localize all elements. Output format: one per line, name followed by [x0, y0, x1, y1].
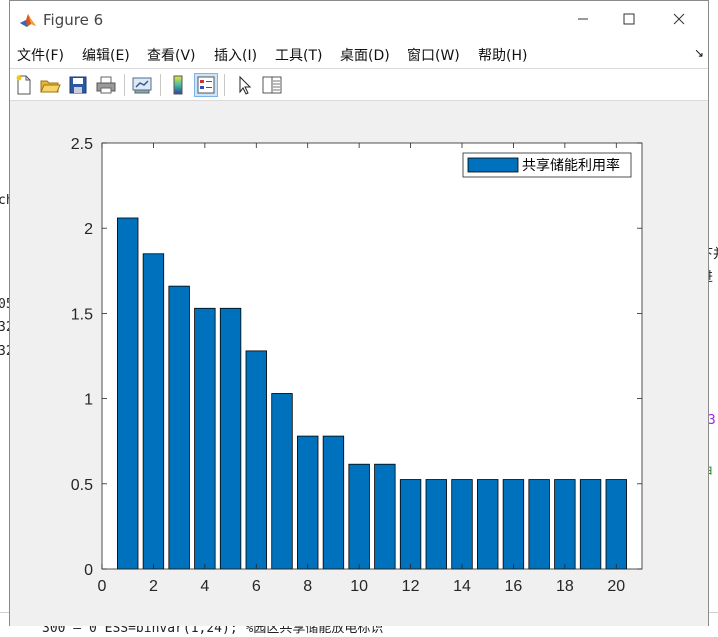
y-tick-label: 1: [84, 392, 93, 409]
x-tick-label: 20: [607, 578, 625, 595]
x-tick-label: 10: [350, 578, 368, 595]
bar: [605, 479, 627, 570]
dock-arrow-icon[interactable]: ↘: [694, 46, 704, 60]
bar: [528, 479, 550, 570]
bar: [348, 463, 370, 570]
toolbar: [10, 68, 708, 101]
window-title: Figure 6: [43, 11, 104, 29]
x-tick-label: 12: [402, 578, 420, 595]
new-figure-icon[interactable]: [12, 73, 36, 97]
x-tick-label: 8: [303, 578, 312, 595]
bar: [477, 479, 499, 570]
colorbar-icon[interactable]: [166, 73, 190, 97]
matlab-logo-icon: [19, 11, 37, 29]
bar: [194, 307, 216, 570]
close-button[interactable]: [656, 1, 702, 39]
toolbar-separator: [224, 74, 225, 96]
x-tick-label: 16: [505, 578, 523, 595]
link-plot-icon[interactable]: [130, 73, 154, 97]
maximize-icon: [623, 13, 635, 25]
save-icon[interactable]: [66, 73, 90, 97]
menu-insert[interactable]: 插入(I): [214, 45, 257, 65]
minimize-icon: [578, 18, 588, 20]
figure-window: Figure 6 文件(F) 编辑(E) 查看(V) 插入(I) 工具(T) 桌…: [9, 0, 709, 626]
bar: [245, 350, 267, 570]
toolbar-separator: [124, 74, 125, 96]
bar: [579, 479, 602, 570]
y-tick-label: 0: [84, 562, 93, 579]
x-tick-label: 6: [252, 578, 261, 595]
menu-window[interactable]: 窗口(W): [407, 45, 460, 65]
menu-bar: 文件(F) 编辑(E) 查看(V) 插入(I) 工具(T) 桌面(D) 窗口(W…: [10, 39, 708, 68]
bar: [117, 217, 139, 570]
bar: [399, 479, 422, 570]
y-tick-label: 2.5: [71, 136, 93, 153]
toolbar-separator: [160, 74, 161, 96]
bar: [297, 435, 319, 570]
x-tick-label: 0: [98, 578, 107, 595]
bar: [168, 285, 190, 570]
y-tick-label: 2: [84, 221, 93, 238]
x-tick-label: 4: [200, 578, 209, 595]
bar: [271, 393, 293, 570]
property-inspector-icon[interactable]: [260, 73, 284, 97]
legend-icon[interactable]: [194, 73, 218, 97]
menu-edit[interactable]: 编辑(E): [82, 45, 130, 65]
x-tick-label: 14: [453, 578, 471, 595]
bar: [451, 479, 473, 570]
title-bar[interactable]: Figure 6: [10, 1, 708, 39]
menu-help[interactable]: 帮助(H): [478, 45, 527, 65]
legend-swatch: [467, 157, 519, 173]
legend-label: 共享储能利用率: [522, 157, 620, 174]
bar: [219, 307, 242, 570]
menu-tools[interactable]: 工具(T): [275, 45, 322, 65]
x-tick-label: 2: [149, 578, 158, 595]
bar: [554, 479, 576, 570]
menu-desktop[interactable]: 桌面(D): [340, 45, 390, 65]
figure-canvas: 0 2 4 6 8 10 12 14 16 18 20 0 0.5 1 1.5 2 2.5 共享储能利用率: [10, 101, 708, 626]
maximize-button[interactable]: [606, 1, 652, 39]
open-file-icon[interactable]: [38, 73, 62, 97]
y-tick-label: 1.5: [71, 306, 93, 323]
bar: [142, 253, 165, 570]
menu-view[interactable]: 查看(V): [147, 45, 196, 65]
bar: [374, 463, 396, 570]
minimize-button[interactable]: [560, 1, 606, 39]
menu-file[interactable]: 文件(F): [17, 45, 64, 65]
bar-chart[interactable]: 0 2 4 6 8 10 12 14 16 18 20 0 0.5 1 1.5 2 2.5 共享储能利用率: [10, 101, 708, 626]
y-tick-label: 0.5: [71, 477, 93, 494]
print-icon[interactable]: [94, 73, 118, 97]
bar: [502, 479, 525, 570]
bar: [425, 479, 447, 570]
x-tick-label: 18: [556, 578, 574, 595]
close-icon: [673, 13, 685, 25]
select-pointer-icon[interactable]: [232, 73, 256, 97]
bar: [322, 435, 345, 570]
